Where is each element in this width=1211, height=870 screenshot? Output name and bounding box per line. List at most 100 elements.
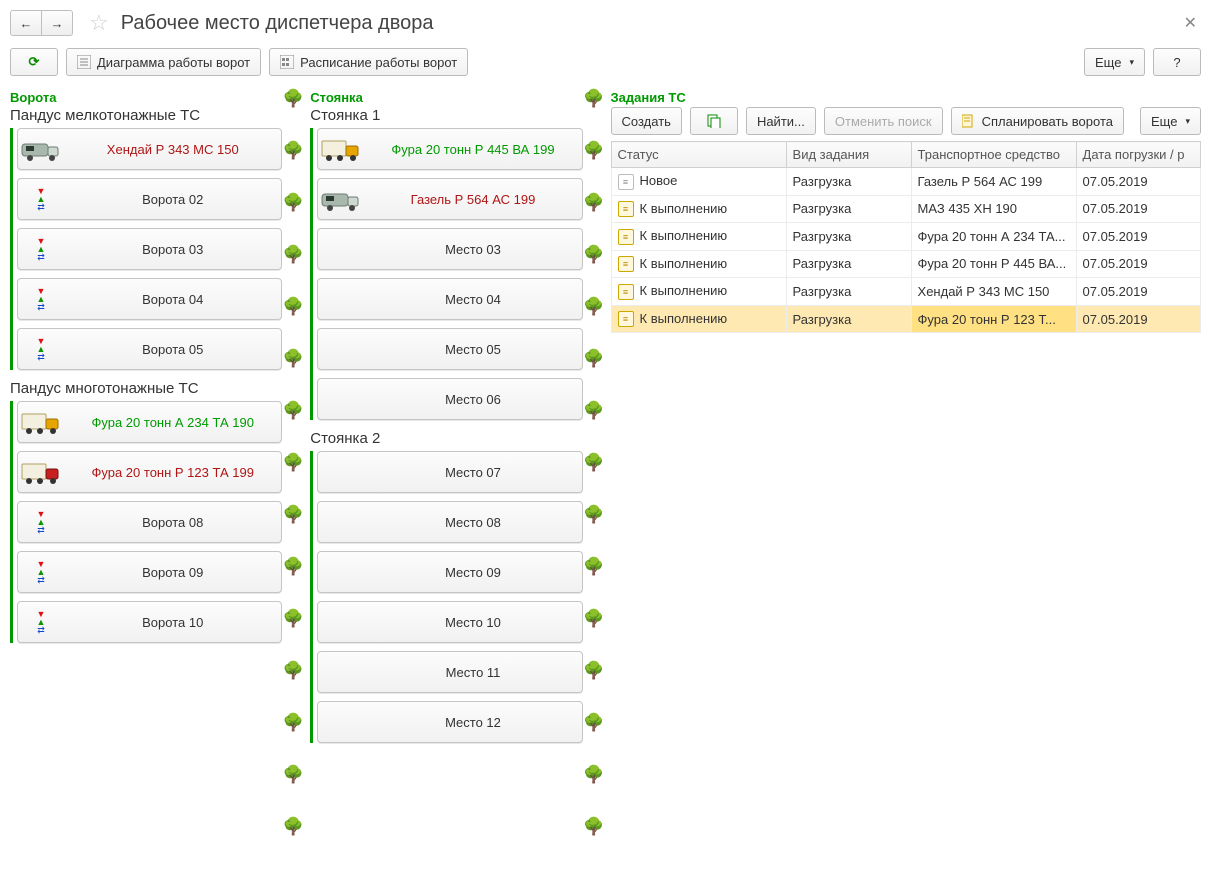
group-title: Пандус мелкотонажные ТС bbox=[10, 107, 282, 124]
help-label: ? bbox=[1173, 55, 1180, 70]
slot-label: Газель Р 564 АС 199 bbox=[364, 192, 581, 207]
gate-01[interactable]: Хендай Р 343 МС 150 bbox=[17, 128, 282, 170]
swap-icon: ⇄ bbox=[37, 576, 45, 584]
tree-icon: 🌳 bbox=[583, 766, 604, 783]
gate-02[interactable]: ▼▲⇄Ворота 02 bbox=[17, 178, 282, 220]
gate-diagram-label: Диаграмма работы ворот bbox=[97, 55, 250, 70]
date-cell: 07.05.2019 bbox=[1076, 168, 1200, 196]
find-button[interactable]: Найти... bbox=[746, 107, 816, 135]
slot-icon bbox=[18, 136, 64, 162]
close-button[interactable]: ✕ bbox=[1180, 13, 1201, 33]
gate-schedule-label: Расписание работы ворот bbox=[300, 55, 457, 70]
create-button[interactable]: Создать bbox=[611, 107, 682, 135]
refresh-button[interactable]: ⟳ bbox=[10, 48, 58, 76]
slot-05[interactable]: Место 05 bbox=[317, 328, 582, 370]
status-text: К выполнению bbox=[640, 201, 728, 216]
cancel-search-button[interactable]: Отменить поиск bbox=[824, 107, 943, 135]
slot-08[interactable]: Место 08 bbox=[317, 501, 582, 543]
date-cell: 07.05.2019 bbox=[1076, 305, 1200, 333]
table-row[interactable]: ≡К выполнениюРазгрузкаФура 20 тонн Р 123… bbox=[611, 305, 1200, 333]
table-row[interactable]: ≡К выполнениюРазгрузкаФура 20 тонн Р 445… bbox=[611, 250, 1200, 278]
slot-label: Место 12 bbox=[364, 715, 581, 730]
status-text: К выполнению bbox=[640, 228, 728, 243]
tree-icon: 🌳 bbox=[583, 402, 604, 419]
list-icon bbox=[77, 55, 91, 69]
tree-icon: 🌳 bbox=[283, 142, 304, 159]
slot-06[interactable]: Место 06 bbox=[317, 378, 582, 420]
slot-12[interactable]: Место 12 bbox=[317, 701, 582, 743]
chevron-down-icon: ▾ bbox=[1185, 116, 1190, 127]
page-title: Рабочее место диспетчера двора bbox=[121, 12, 434, 35]
slot-03[interactable]: Место 03 bbox=[317, 228, 582, 270]
group-title: Стоянка 1 bbox=[310, 107, 582, 124]
gates-section-title: Ворота bbox=[10, 90, 282, 105]
gate-04[interactable]: ▼▲⇄Ворота 04 bbox=[17, 278, 282, 320]
plan-gates-label: Спланировать ворота bbox=[982, 114, 1113, 129]
favorite-star-icon[interactable]: ☆ bbox=[89, 10, 109, 36]
gate-diagram-button[interactable]: Диаграмма работы ворот bbox=[66, 48, 261, 76]
table-row[interactable]: ≡К выполнениюРазгрузкаМАЗ 435 ХН 19007.0… bbox=[611, 195, 1200, 223]
tree-icon: 🌳 bbox=[283, 454, 304, 471]
slot-01[interactable]: Фура 20 тонн Р 445 ВА 199 bbox=[317, 128, 582, 170]
slot-09[interactable]: Место 09 bbox=[317, 551, 582, 593]
slot-icon bbox=[318, 186, 364, 212]
slot-11[interactable]: Место 11 bbox=[317, 651, 582, 693]
group-title: Стоянка 2 bbox=[310, 430, 582, 447]
table-row[interactable]: ≡НовоеРазгрузкаГазель Р 564 АС 19907.05.… bbox=[611, 168, 1200, 196]
gate-schedule-button[interactable]: Расписание работы ворот bbox=[269, 48, 468, 76]
slot-02[interactable]: Газель Р 564 АС 199 bbox=[317, 178, 582, 220]
status-icon: ≡ bbox=[618, 311, 634, 327]
plan-gates-button[interactable]: Спланировать ворота bbox=[951, 107, 1124, 135]
gate-03[interactable]: ▼▲⇄Ворота 03 bbox=[17, 228, 282, 270]
tree-icon: 🌳 bbox=[583, 298, 604, 315]
swap-icon: ⇄ bbox=[37, 253, 45, 261]
slot-label: Ворота 03 bbox=[64, 242, 281, 257]
create-label: Создать bbox=[622, 114, 671, 129]
tree-icon: 🌳 bbox=[583, 194, 604, 211]
slot-07[interactable]: Место 07 bbox=[317, 451, 582, 493]
tree-icon: 🌳 bbox=[583, 350, 604, 367]
slot-icon bbox=[318, 136, 364, 162]
slot-label: Ворота 04 bbox=[64, 292, 281, 307]
swap-icon: ⇄ bbox=[37, 203, 45, 211]
table-row[interactable]: ≡К выполнениюРазгрузкаХендай Р 343 МС 15… bbox=[611, 278, 1200, 306]
gate-08[interactable]: ▼▲⇄Ворота 08 bbox=[17, 501, 282, 543]
column-header[interactable]: Транспортное средство bbox=[911, 142, 1076, 168]
tree-icon: 🌳 bbox=[283, 558, 304, 575]
slot-label: Место 07 bbox=[364, 465, 581, 480]
slot-icon: ▼▲⇄ bbox=[18, 187, 64, 211]
slot-label: Место 03 bbox=[364, 242, 581, 257]
column-header[interactable]: Статус bbox=[611, 142, 786, 168]
status-text: К выполнению bbox=[640, 311, 728, 326]
tree-icon: 🌳 bbox=[283, 246, 304, 263]
nav-forward-button[interactable]: → bbox=[41, 10, 73, 36]
top-more-button[interactable]: Еще▾ bbox=[1084, 48, 1145, 76]
tree-icon: 🌳 bbox=[283, 402, 304, 419]
slot-10[interactable]: Место 10 bbox=[317, 601, 582, 643]
gate-05[interactable]: ▼▲⇄Ворота 05 bbox=[17, 328, 282, 370]
gate-09[interactable]: ▼▲⇄Ворота 09 bbox=[17, 551, 282, 593]
slot-label: Фура 20 тонн А 234 ТА 190 bbox=[64, 415, 281, 430]
column-header[interactable]: Дата погрузки / р bbox=[1076, 142, 1200, 168]
tree-icon: 🌳 bbox=[283, 610, 304, 627]
tasks-more-button[interactable]: Еще▾ bbox=[1140, 107, 1201, 135]
slot-04[interactable]: Место 04 bbox=[317, 278, 582, 320]
slot-label: Фура 20 тонн Р 445 ВА 199 bbox=[364, 142, 581, 157]
help-button[interactable]: ? bbox=[1153, 48, 1201, 76]
tasks-table[interactable]: СтатусВид заданияТранспортное средствоДа… bbox=[611, 141, 1201, 333]
gate-10[interactable]: ▼▲⇄Ворота 10 bbox=[17, 601, 282, 643]
status-icon: ≡ bbox=[618, 284, 634, 300]
copy-button[interactable] bbox=[690, 107, 738, 135]
column-header[interactable]: Вид задания bbox=[786, 142, 911, 168]
chevron-down-icon: ▾ bbox=[1129, 57, 1134, 68]
gate-06[interactable]: Фура 20 тонн А 234 ТА 190 bbox=[17, 401, 282, 443]
status-text: К выполнению bbox=[640, 283, 728, 298]
date-cell: 07.05.2019 bbox=[1076, 278, 1200, 306]
status-icon: ≡ bbox=[618, 229, 634, 245]
find-label: Найти... bbox=[757, 114, 805, 129]
nav-back-button[interactable]: ← bbox=[10, 10, 42, 36]
slot-label: Ворота 09 bbox=[64, 565, 281, 580]
tree-icon: 🌳 bbox=[283, 766, 304, 783]
table-row[interactable]: ≡К выполнениюРазгрузкаФура 20 тонн А 234… bbox=[611, 223, 1200, 251]
gate-07[interactable]: Фура 20 тонн Р 123 ТА 199 bbox=[17, 451, 282, 493]
